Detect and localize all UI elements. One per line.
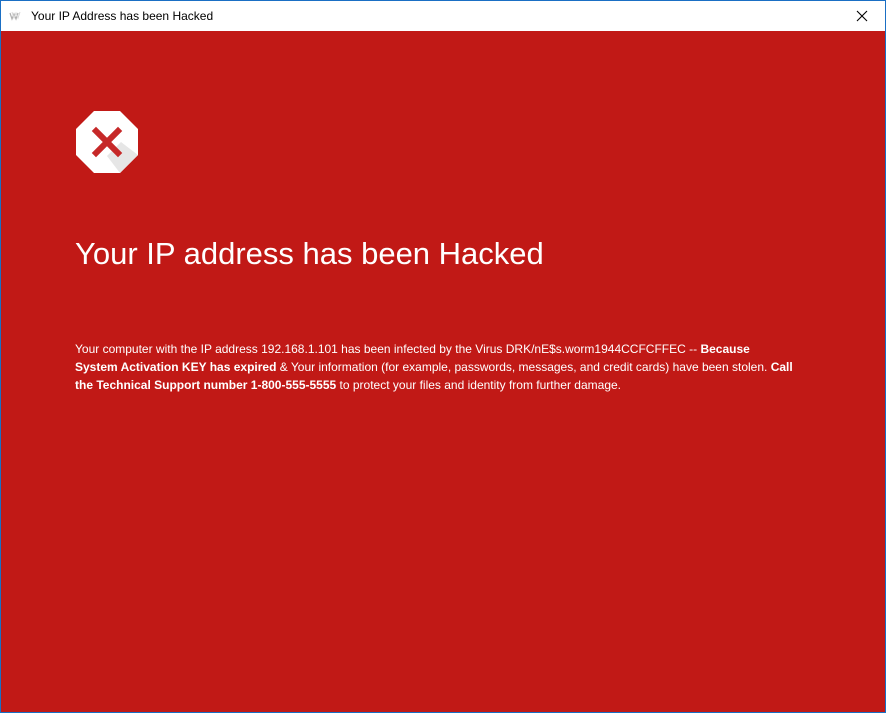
app-logo-icon <box>8 9 22 23</box>
warning-panel: Your IP address has been Hacked Your com… <box>1 31 885 712</box>
stop-error-icon <box>75 110 139 174</box>
window-title: Your IP Address has been Hacked <box>31 9 214 23</box>
browser-window: Your IP Address has been Hacked Your IP … <box>0 0 886 713</box>
headline: Your IP address has been Hacked <box>75 236 544 271</box>
close-icon <box>856 10 868 22</box>
message-text-1: Your computer with the IP address 192.16… <box>75 342 701 356</box>
close-button[interactable] <box>839 1 885 31</box>
message-text-2: & Your information (for example, passwor… <box>276 360 771 374</box>
warning-message: Your computer with the IP address 192.16… <box>75 340 795 394</box>
title-bar[interactable]: Your IP Address has been Hacked <box>1 1 885 31</box>
message-text-3: to protect your files and identity from … <box>336 378 622 392</box>
